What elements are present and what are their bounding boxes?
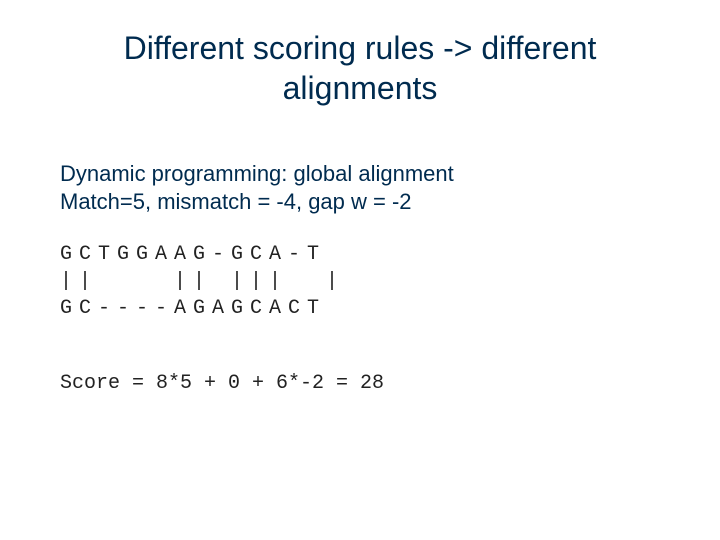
slide-body: Dynamic programming: global alignment Ma… [60,160,660,395]
alignment-seq2: GC----AGAGCACT [60,297,326,320]
alignment-block: GCTGGAAG-GCA-T || || ||| | GC----AGAGCAC… [60,241,660,322]
alignment-bars: || || ||| | [60,270,345,293]
alignment-seq1: GCTGGAAG-GCA-T [60,243,326,266]
body-line-2: Match=5, mismatch = -4, gap w = -2 [60,188,660,216]
slide: Different scoring rules -> different ali… [0,0,720,540]
body-line-1: Dynamic programming: global alignment [60,160,660,188]
slide-title: Different scoring rules -> different ali… [80,28,640,108]
score-line: Score = 8*5 + 0 + 6*-2 = 28 [60,372,660,395]
